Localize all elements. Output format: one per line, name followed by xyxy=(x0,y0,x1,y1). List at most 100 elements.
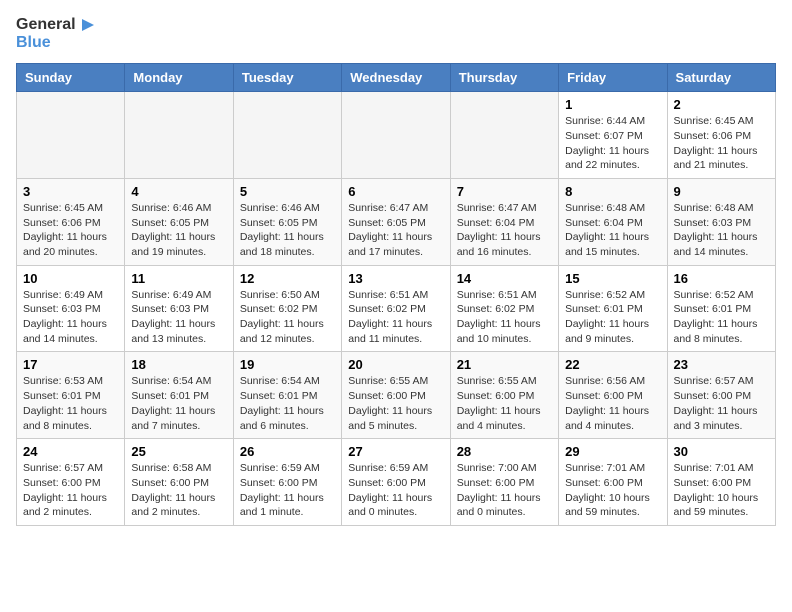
logo-graphic: General Blue xyxy=(16,16,98,51)
day-info: Sunrise: 6:58 AM Sunset: 6:00 PM Dayligh… xyxy=(131,461,226,520)
day-number: 26 xyxy=(240,444,335,459)
header-cell-monday: Monday xyxy=(125,64,233,92)
calendar-cell: 30 Sunrise: 7:01 AM Sunset: 6:00 PM Dayli… xyxy=(667,439,775,526)
day-number: 30 xyxy=(674,444,769,459)
day-number: 14 xyxy=(457,271,552,286)
calendar-cell: 21 Sunrise: 6:55 AM Sunset: 6:00 PM Dayli… xyxy=(450,352,558,439)
day-number: 1 xyxy=(565,97,660,112)
day-info: Sunrise: 6:54 AM Sunset: 6:01 PM Dayligh… xyxy=(131,374,226,433)
calendar-cell: 7 Sunrise: 6:47 AM Sunset: 6:04 PM Daylig… xyxy=(450,178,558,265)
day-number: 18 xyxy=(131,357,226,372)
day-number: 21 xyxy=(457,357,552,372)
day-number: 24 xyxy=(23,444,118,459)
day-info: Sunrise: 6:52 AM Sunset: 6:01 PM Dayligh… xyxy=(674,288,769,347)
day-number: 15 xyxy=(565,271,660,286)
header-row: SundayMondayTuesdayWednesdayThursdayFrid… xyxy=(17,64,776,92)
day-info: Sunrise: 6:51 AM Sunset: 6:02 PM Dayligh… xyxy=(457,288,552,347)
week-row-1: 1 Sunrise: 6:44 AM Sunset: 6:07 PM Daylig… xyxy=(17,92,776,179)
calendar-cell: 14 Sunrise: 6:51 AM Sunset: 6:02 PM Dayli… xyxy=(450,265,558,352)
calendar-cell: 19Sunrise: 6:54 AM Sunset: 6:01 PM Dayli… xyxy=(233,352,341,439)
logo-general-text: General xyxy=(16,16,76,34)
week-row-5: 24 Sunrise: 6:57 AM Sunset: 6:00 PM Dayli… xyxy=(17,439,776,526)
day-info: Sunrise: 7:00 AM Sunset: 6:00 PM Dayligh… xyxy=(457,461,552,520)
day-number: 10 xyxy=(23,271,118,286)
day-number: 4 xyxy=(131,184,226,199)
day-info: Sunrise: 6:48 AM Sunset: 6:04 PM Dayligh… xyxy=(565,201,660,260)
day-info: Sunrise: 7:01 AM Sunset: 6:00 PM Dayligh… xyxy=(565,461,660,520)
calendar-cell: 6 Sunrise: 6:47 AM Sunset: 6:05 PM Daylig… xyxy=(342,178,450,265)
calendar-cell: 20 Sunrise: 6:55 AM Sunset: 6:00 PM Dayli… xyxy=(342,352,450,439)
day-number: 2 xyxy=(674,97,769,112)
day-info: Sunrise: 6:44 AM Sunset: 6:07 PM Dayligh… xyxy=(565,114,660,173)
day-number: 17 xyxy=(23,357,118,372)
day-info: Sunrise: 6:47 AM Sunset: 6:05 PM Dayligh… xyxy=(348,201,443,260)
calendar-cell: 25 Sunrise: 6:58 AM Sunset: 6:00 PM Dayli… xyxy=(125,439,233,526)
header-cell-tuesday: Tuesday xyxy=(233,64,341,92)
header-cell-saturday: Saturday xyxy=(667,64,775,92)
day-info: Sunrise: 6:45 AM Sunset: 6:06 PM Dayligh… xyxy=(674,114,769,173)
calendar-cell xyxy=(450,92,558,179)
day-number: 8 xyxy=(565,184,660,199)
header-cell-thursday: Thursday xyxy=(450,64,558,92)
calendar-cell: 15 Sunrise: 6:52 AM Sunset: 6:01 PM Dayli… xyxy=(559,265,667,352)
logo-arrow-icon xyxy=(78,17,98,33)
day-info: Sunrise: 6:57 AM Sunset: 6:00 PM Dayligh… xyxy=(23,461,118,520)
day-info: Sunrise: 6:47 AM Sunset: 6:04 PM Dayligh… xyxy=(457,201,552,260)
day-number: 20 xyxy=(348,357,443,372)
day-info: Sunrise: 6:55 AM Sunset: 6:00 PM Dayligh… xyxy=(348,374,443,433)
day-info: Sunrise: 6:49 AM Sunset: 6:03 PM Dayligh… xyxy=(23,288,118,347)
calendar-cell xyxy=(17,92,125,179)
calendar-cell: 3Sunrise: 6:45 AM Sunset: 6:06 PM Daylig… xyxy=(17,178,125,265)
logo: General Blue xyxy=(16,16,98,51)
day-number: 7 xyxy=(457,184,552,199)
calendar-cell: 23Sunrise: 6:57 AM Sunset: 6:00 PM Dayli… xyxy=(667,352,775,439)
calendar-cell: 22 Sunrise: 6:56 AM Sunset: 6:00 PM Dayli… xyxy=(559,352,667,439)
calendar-cell: 10 Sunrise: 6:49 AM Sunset: 6:03 PM Dayli… xyxy=(17,265,125,352)
calendar-body: 1 Sunrise: 6:44 AM Sunset: 6:07 PM Daylig… xyxy=(17,92,776,526)
logo-blue-text: Blue xyxy=(16,34,51,52)
calendar-table: SundayMondayTuesdayWednesdayThursdayFrid… xyxy=(16,63,776,526)
week-row-3: 10 Sunrise: 6:49 AM Sunset: 6:03 PM Dayli… xyxy=(17,265,776,352)
day-number: 25 xyxy=(131,444,226,459)
day-info: Sunrise: 6:50 AM Sunset: 6:02 PM Dayligh… xyxy=(240,288,335,347)
calendar-cell: 2 Sunrise: 6:45 AM Sunset: 6:06 PM Daylig… xyxy=(667,92,775,179)
day-info: Sunrise: 6:59 AM Sunset: 6:00 PM Dayligh… xyxy=(240,461,335,520)
day-info: Sunrise: 6:55 AM Sunset: 6:00 PM Dayligh… xyxy=(457,374,552,433)
calendar-cell: 11 Sunrise: 6:49 AM Sunset: 6:03 PM Dayli… xyxy=(125,265,233,352)
day-number: 5 xyxy=(240,184,335,199)
day-number: 27 xyxy=(348,444,443,459)
day-number: 6 xyxy=(348,184,443,199)
day-info: Sunrise: 6:46 AM Sunset: 6:05 PM Dayligh… xyxy=(131,201,226,260)
day-info: Sunrise: 6:51 AM Sunset: 6:02 PM Dayligh… xyxy=(348,288,443,347)
day-info: Sunrise: 6:53 AM Sunset: 6:01 PM Dayligh… xyxy=(23,374,118,433)
calendar-cell: 26 Sunrise: 6:59 AM Sunset: 6:00 PM Dayli… xyxy=(233,439,341,526)
day-info: Sunrise: 6:45 AM Sunset: 6:06 PM Dayligh… xyxy=(23,201,118,260)
day-number: 9 xyxy=(674,184,769,199)
day-info: Sunrise: 7:01 AM Sunset: 6:00 PM Dayligh… xyxy=(674,461,769,520)
day-number: 16 xyxy=(674,271,769,286)
day-info: Sunrise: 6:59 AM Sunset: 6:00 PM Dayligh… xyxy=(348,461,443,520)
day-number: 28 xyxy=(457,444,552,459)
calendar-cell: 13Sunrise: 6:51 AM Sunset: 6:02 PM Dayli… xyxy=(342,265,450,352)
day-info: Sunrise: 6:56 AM Sunset: 6:00 PM Dayligh… xyxy=(565,374,660,433)
day-info: Sunrise: 6:46 AM Sunset: 6:05 PM Dayligh… xyxy=(240,201,335,260)
calendar-cell xyxy=(342,92,450,179)
day-info: Sunrise: 6:49 AM Sunset: 6:03 PM Dayligh… xyxy=(131,288,226,347)
day-number: 22 xyxy=(565,357,660,372)
calendar-cell xyxy=(233,92,341,179)
calendar-cell: 16 Sunrise: 6:52 AM Sunset: 6:01 PM Dayli… xyxy=(667,265,775,352)
day-info: Sunrise: 6:48 AM Sunset: 6:03 PM Dayligh… xyxy=(674,201,769,260)
calendar-cell: 5 Sunrise: 6:46 AM Sunset: 6:05 PM Daylig… xyxy=(233,178,341,265)
calendar-cell xyxy=(125,92,233,179)
calendar-cell: 29Sunrise: 7:01 AM Sunset: 6:00 PM Dayli… xyxy=(559,439,667,526)
header-cell-friday: Friday xyxy=(559,64,667,92)
day-number: 11 xyxy=(131,271,226,286)
calendar-cell: 8 Sunrise: 6:48 AM Sunset: 6:04 PM Daylig… xyxy=(559,178,667,265)
calendar-cell: 9 Sunrise: 6:48 AM Sunset: 6:03 PM Daylig… xyxy=(667,178,775,265)
day-info: Sunrise: 6:57 AM Sunset: 6:00 PM Dayligh… xyxy=(674,374,769,433)
header: General Blue xyxy=(16,16,776,51)
day-info: Sunrise: 6:52 AM Sunset: 6:01 PM Dayligh… xyxy=(565,288,660,347)
header-cell-wednesday: Wednesday xyxy=(342,64,450,92)
calendar-cell: 17 Sunrise: 6:53 AM Sunset: 6:01 PM Dayli… xyxy=(17,352,125,439)
day-number: 19 xyxy=(240,357,335,372)
